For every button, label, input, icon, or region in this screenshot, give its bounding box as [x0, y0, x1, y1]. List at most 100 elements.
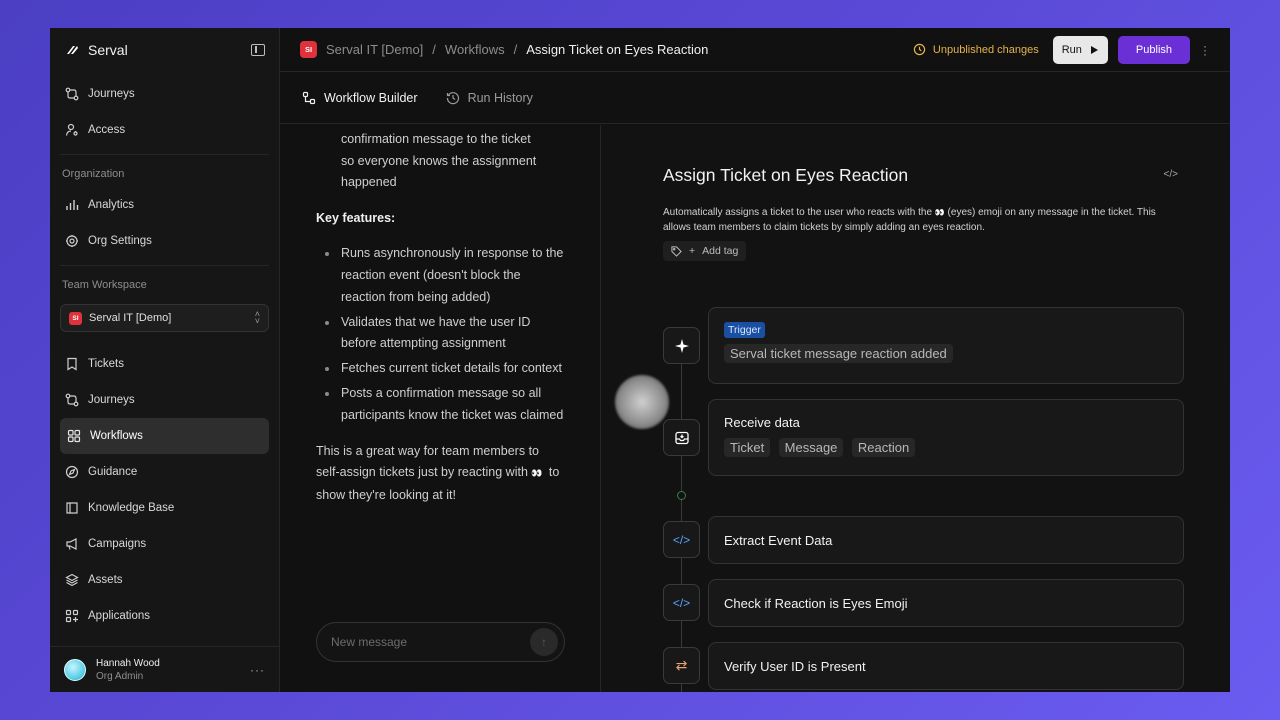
journeys-icon — [65, 393, 79, 407]
swap-icon[interactable]: ⇄ — [663, 647, 700, 684]
workflow-description: Automatically assigns a ticket to the us… — [663, 205, 1183, 235]
inbox-icon — [674, 431, 689, 444]
step-card-verify[interactable]: Verify User ID is Present — [708, 642, 1184, 690]
run-button[interactable]: Run — [1052, 35, 1108, 64]
cursor-highlight — [615, 375, 669, 429]
chat-message: confirmation message to the ticket so ev… — [280, 129, 600, 506]
sidebar-item-label: Campaigns — [88, 538, 147, 550]
timeline-connector — [681, 347, 682, 692]
trigger-card[interactable]: Trigger Serval ticket message reaction a… — [708, 307, 1184, 384]
list-item: Posts a confirmation message so all part… — [316, 383, 564, 426]
sidebar-header: Serval — [50, 28, 279, 72]
sidebar-item-access[interactable]: Access — [50, 112, 279, 148]
chat-line: so everyone knows the assignment — [341, 153, 537, 168]
apps-icon — [65, 609, 79, 623]
sidebar-item-label: Tickets — [88, 358, 124, 370]
topbar: SI Serval IT [Demo] / Workflows / Assign… — [280, 28, 1230, 72]
workspace-badge: SI — [300, 41, 317, 58]
chat-line: confirmation message to the ticket — [341, 132, 531, 146]
trigger-value-chip: Serval ticket message reaction added — [724, 344, 953, 363]
trigger-node-icon[interactable] — [663, 327, 700, 364]
unpublished-status: Unpublished changes — [913, 43, 1039, 56]
sidebar-item-label: Org Settings — [88, 235, 152, 247]
run-label: Run — [1061, 43, 1082, 56]
data-chip-ticket: Ticket — [724, 438, 771, 457]
breadcrumb: SI Serval IT [Demo] / Workflows / Assign… — [300, 41, 708, 58]
workspace-name: Serval IT [Demo] — [89, 312, 172, 324]
breadcrumb-workflows[interactable]: Workflows — [445, 42, 505, 57]
sidebar-item-tickets[interactable]: Tickets — [50, 346, 279, 382]
user-menu[interactable]: Hannah Wood Org Admin ··· — [50, 646, 279, 692]
step-title: Extract Event Data — [724, 532, 833, 548]
list-item: Runs asynchronously in response to the r… — [316, 243, 564, 308]
add-tag-label: Add tag — [702, 245, 739, 257]
eyes-emoji-icon: 👀 — [934, 208, 945, 217]
receive-node-icon[interactable] — [663, 419, 700, 456]
sidebar-item-label: Journeys — [88, 394, 135, 406]
features-list: Runs asynchronously in response to the r… — [316, 243, 564, 426]
sidebar-item-workflows[interactable]: Workflows — [60, 418, 269, 454]
step-card-check[interactable]: Check if Reaction is Eyes Emoji — [708, 579, 1184, 627]
workflows-icon — [67, 429, 81, 443]
sidebar-item-assets[interactable]: Assets — [50, 562, 279, 598]
message-placeholder: New message — [331, 635, 408, 649]
sidebar-item-label: Workflows — [90, 430, 143, 442]
step-title: Check if Reaction is Eyes Emoji — [724, 595, 908, 611]
more-icon[interactable]: ··· — [250, 663, 265, 677]
tab-workflow-builder[interactable]: Workflow Builder — [302, 91, 418, 105]
sparkle-icon — [674, 338, 689, 353]
history-icon — [446, 91, 459, 104]
tab-bar: Workflow Builder Run History — [280, 72, 1230, 124]
step-card-extract[interactable]: Extract Event Data — [708, 516, 1184, 564]
send-button[interactable]: ↑ — [530, 628, 558, 656]
sidebar-item-knowledge-base[interactable]: Knowledge Base — [50, 490, 279, 526]
sidebar-item-applications[interactable]: Applications — [50, 598, 279, 634]
user-role: Org Admin — [96, 670, 144, 682]
sidebar: Serval Journeys Access Organization Anal… — [50, 28, 280, 692]
workspace-select[interactable]: SI Serval IT [Demo] ˄ ˅ — [60, 304, 269, 332]
breadcrumb-workspace[interactable]: Serval IT [Demo] — [326, 42, 423, 57]
sidebar-item-label: Analytics — [88, 199, 135, 211]
eyes-emoji-icon: 👀 — [531, 468, 542, 479]
code-view-icon[interactable]: </> — [1164, 169, 1178, 180]
section-label-team-workspace: Team Workspace — [62, 279, 147, 291]
receive-data-card[interactable]: Receive data Ticket Message Reaction — [708, 399, 1184, 476]
sidebar-item-journeys[interactable]: Journeys — [50, 76, 279, 112]
compass-icon — [65, 465, 79, 479]
message-input[interactable]: New message ↑ — [316, 622, 565, 662]
sidebar-item-org-settings[interactable]: Org Settings — [50, 223, 279, 259]
add-tag-button[interactable]: + Add tag — [663, 241, 747, 261]
sidebar-item-label: Journeys — [88, 88, 135, 100]
play-icon — [1090, 45, 1098, 54]
sidebar-item-guidance[interactable]: Guidance — [50, 454, 279, 490]
data-chip-message: Message — [778, 438, 844, 457]
sidebar-item-label: Applications — [88, 610, 151, 622]
sidebar-item-campaigns[interactable]: Campaigns — [50, 526, 279, 562]
closing-paragraph: This is a great way for team members to … — [316, 441, 564, 507]
code-step-icon[interactable]: </> — [663, 521, 700, 558]
workflow-canvas: Assign Ticket on Eyes Reaction </> Autom… — [601, 125, 1230, 692]
kebab-menu-icon[interactable]: · · · — [1200, 40, 1210, 60]
data-chip-reaction: Reaction — [851, 438, 916, 457]
book-icon — [66, 502, 78, 514]
user-name: Hannah Wood — [96, 657, 160, 669]
step-title: Verify User ID is Present — [724, 658, 866, 674]
brand[interactable]: Serval — [64, 42, 128, 58]
publish-button[interactable]: Publish — [1117, 35, 1190, 64]
tab-run-history[interactable]: Run History — [446, 91, 533, 105]
sidebar-item-journeys-team[interactable]: Journeys — [50, 382, 279, 418]
sidebar-item-label: Assets — [88, 574, 123, 586]
main: SI Serval IT [Demo] / Workflows / Assign… — [280, 28, 1230, 692]
tab-label: Workflow Builder — [324, 90, 418, 105]
code-step-icon[interactable]: </> — [663, 584, 700, 621]
sidebar-item-label: Knowledge Base — [88, 502, 175, 514]
divider — [60, 265, 269, 266]
sidebar-toggle-icon[interactable] — [251, 44, 265, 56]
tab-label: Run History — [467, 90, 533, 105]
layers-icon — [65, 573, 79, 587]
app-window: Serval Journeys Access Organization Anal… — [50, 28, 1230, 692]
brand-name: Serval — [88, 42, 128, 58]
chat-panel: confirmation message to the ticket so ev… — [280, 125, 601, 692]
breadcrumb-separator: / — [513, 42, 518, 57]
sidebar-item-analytics[interactable]: Analytics — [50, 187, 279, 223]
